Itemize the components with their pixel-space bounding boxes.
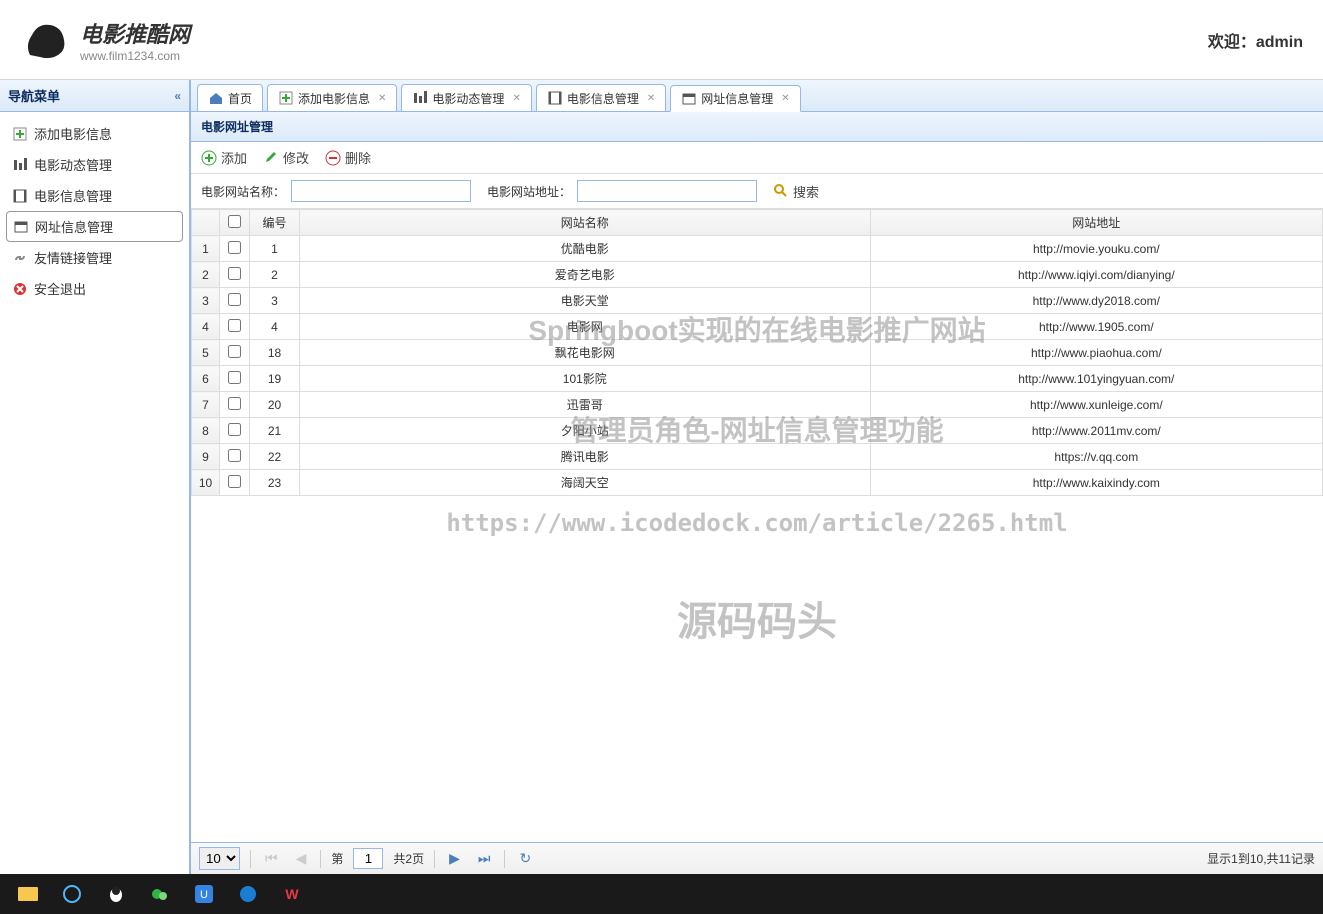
prev-page-button[interactable]: ◀ bbox=[292, 850, 311, 867]
logo-title: 电影推酷网 bbox=[80, 17, 190, 49]
svg-text:W: W bbox=[285, 886, 299, 902]
tab-4[interactable]: 网址信息管理✕ bbox=[670, 85, 800, 112]
tab-close-icon[interactable]: ✕ bbox=[512, 93, 520, 104]
data-table: 编号 网站名称 网站地址 11优酷电影http://movie.youku.co… bbox=[191, 209, 1323, 496]
add-button[interactable]: 添加 bbox=[201, 148, 247, 167]
search-url-label: 电影网站地址： bbox=[487, 183, 571, 200]
refresh-button[interactable]: ↻ bbox=[515, 850, 535, 867]
row-checkbox[interactable] bbox=[228, 475, 241, 488]
taskbar-edge-icon[interactable] bbox=[230, 879, 266, 909]
taskbar-explorer-icon[interactable] bbox=[10, 879, 46, 909]
logo-subtitle: www.film1234.com bbox=[80, 49, 190, 63]
tab-2[interactable]: 电影动态管理✕ bbox=[401, 84, 531, 111]
table-row[interactable]: 22爱奇艺电影http://www.iqiyi.com/dianying/ bbox=[192, 262, 1323, 288]
table-row[interactable]: 619101影院http://www.101yingyuan.com/ bbox=[192, 366, 1323, 392]
search-row: 电影网站名称： 电影网站地址： 搜索 bbox=[191, 174, 1323, 209]
search-icon bbox=[773, 183, 789, 199]
page-size-select[interactable]: 10 bbox=[199, 847, 240, 870]
sidebar-item-2[interactable]: 电影信息管理 bbox=[0, 180, 189, 211]
svg-text:U: U bbox=[200, 889, 208, 901]
col-name: 网站名称 bbox=[300, 210, 871, 236]
tab-close-icon[interactable]: ✕ bbox=[647, 93, 655, 104]
sidebar-item-5[interactable]: 安全退出 bbox=[0, 273, 189, 304]
panel-title: 电影网址管理 bbox=[191, 112, 1323, 142]
row-checkbox[interactable] bbox=[228, 293, 241, 306]
tab-3[interactable]: 电影信息管理✕ bbox=[536, 84, 666, 111]
taskbar-app1-icon[interactable]: U bbox=[186, 879, 222, 909]
table-row[interactable]: 922腾讯电影https://v.qq.com bbox=[192, 444, 1323, 470]
last-page-button[interactable]: ⏭ bbox=[474, 850, 495, 867]
col-url: 网站地址 bbox=[870, 210, 1322, 236]
delete-button[interactable]: 删除 bbox=[325, 148, 371, 167]
sidebar-collapse-icon[interactable]: « bbox=[174, 89, 181, 103]
taskbar-qq-icon[interactable] bbox=[98, 879, 134, 909]
row-checkbox[interactable] bbox=[228, 241, 241, 254]
search-name-label: 电影网站名称： bbox=[201, 183, 285, 200]
sidebar-item-4[interactable]: 友情链接管理 bbox=[0, 242, 189, 273]
sidebar: 导航菜单 « 添加电影信息电影动态管理电影信息管理网址信息管理友情链接管理安全退… bbox=[0, 80, 190, 874]
table-row[interactable]: 1023海阔天空http://www.kaixindy.com bbox=[192, 470, 1323, 496]
sidebar-header: 导航菜单 « bbox=[0, 80, 189, 112]
tab-close-icon[interactable]: ✕ bbox=[781, 93, 789, 104]
page-input[interactable] bbox=[353, 848, 383, 869]
toolbar: 添加 修改 删除 bbox=[191, 142, 1323, 174]
watermark-4: 源码码头 bbox=[191, 589, 1323, 647]
select-all-checkbox[interactable] bbox=[228, 215, 241, 228]
sidebar-item-3[interactable]: 网址信息管理 bbox=[6, 211, 183, 242]
gorilla-logo-icon bbox=[20, 15, 70, 65]
table-row[interactable]: 33电影天堂http://www.dy2018.com/ bbox=[192, 288, 1323, 314]
row-checkbox[interactable] bbox=[228, 449, 241, 462]
header: 电影推酷网 www.film1234.com 欢迎：admin bbox=[0, 0, 1323, 80]
taskbar: U W bbox=[0, 874, 1323, 914]
edit-button[interactable]: 修改 bbox=[263, 148, 309, 167]
sidebar-title: 导航菜单 bbox=[8, 86, 60, 105]
tab-close-icon[interactable]: ✕ bbox=[378, 93, 386, 104]
row-checkbox[interactable] bbox=[228, 397, 241, 410]
sidebar-item-1[interactable]: 电影动态管理 bbox=[0, 149, 189, 180]
table-row[interactable]: 720迅雷哥http://www.xunleige.com/ bbox=[192, 392, 1323, 418]
pencil-icon bbox=[263, 150, 279, 166]
logo-area: 电影推酷网 www.film1234.com bbox=[20, 15, 190, 65]
row-checkbox[interactable] bbox=[228, 319, 241, 332]
tab-1[interactable]: 添加电影信息✕ bbox=[267, 84, 397, 111]
search-button[interactable]: 搜索 bbox=[773, 182, 819, 201]
row-checkbox[interactable] bbox=[228, 371, 241, 384]
plus-icon bbox=[201, 150, 217, 166]
welcome-text: 欢迎：admin bbox=[1208, 28, 1303, 52]
watermark-3: https://www.icodedock.com/article/2265.h… bbox=[191, 509, 1323, 537]
first-page-button[interactable]: ⏮ bbox=[261, 850, 282, 867]
taskbar-wps-icon[interactable]: W bbox=[274, 879, 310, 909]
search-url-input[interactable] bbox=[577, 180, 757, 202]
table-row[interactable]: 518飘花电影网http://www.piaohua.com/ bbox=[192, 340, 1323, 366]
row-checkbox[interactable] bbox=[228, 423, 241, 436]
table-row[interactable]: 11优酷电影http://movie.youku.com/ bbox=[192, 236, 1323, 262]
search-name-input[interactable] bbox=[291, 180, 471, 202]
content: 首页添加电影信息✕电影动态管理✕电影信息管理✕网址信息管理✕ 电影网址管理 添加… bbox=[190, 80, 1323, 874]
col-id: 编号 bbox=[250, 210, 300, 236]
taskbar-ie-icon[interactable] bbox=[54, 879, 90, 909]
table-row[interactable]: 821夕阳小站http://www.2011mv.com/ bbox=[192, 418, 1323, 444]
tabs-bar: 首页添加电影信息✕电影动态管理✕电影信息管理✕网址信息管理✕ bbox=[191, 80, 1323, 112]
table-wrap: 编号 网站名称 网站地址 11优酷电影http://movie.youku.co… bbox=[191, 209, 1323, 842]
minus-icon bbox=[325, 150, 341, 166]
pager: 10 ⏮ ◀ 第 共2页 ▶ ⏭ ↻ 显示1到10,共11记录 bbox=[191, 842, 1323, 874]
taskbar-wechat-icon[interactable] bbox=[142, 879, 178, 909]
next-page-button[interactable]: ▶ bbox=[445, 850, 464, 867]
tab-0[interactable]: 首页 bbox=[197, 84, 263, 111]
pager-status: 显示1到10,共11记录 bbox=[1207, 850, 1315, 867]
row-checkbox[interactable] bbox=[228, 345, 241, 358]
row-checkbox[interactable] bbox=[228, 267, 241, 280]
sidebar-item-0[interactable]: 添加电影信息 bbox=[0, 118, 189, 149]
table-row[interactable]: 44电影网http://www.1905.com/ bbox=[192, 314, 1323, 340]
